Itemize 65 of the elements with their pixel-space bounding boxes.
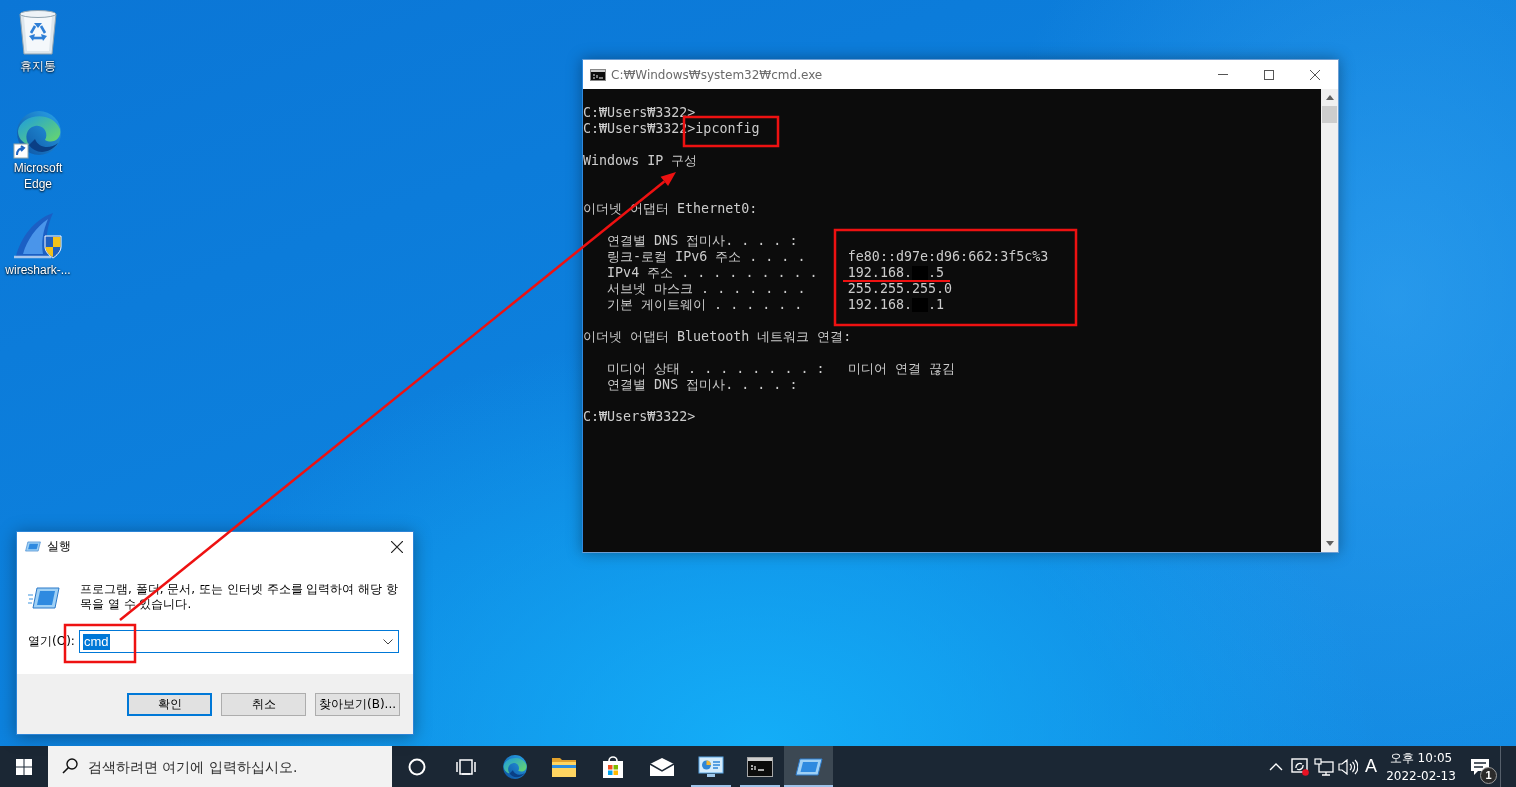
- entry-label: IPv4 주소 . . . . . . . . .: [607, 265, 818, 281]
- caret-down-icon: [1325, 541, 1334, 546]
- windows-icon: [16, 758, 32, 775]
- entry-value: 192.168.: [847, 298, 912, 312]
- caret-up-icon: [1325, 95, 1334, 100]
- volume-icon: [1338, 758, 1358, 775]
- dialog-button[interactable]: 확인: [127, 693, 212, 716]
- entry-label: 연결별 DNS 접미사. . . . :: [607, 377, 798, 393]
- notification-badge: 1: [1480, 767, 1497, 784]
- task-view-icon: [455, 757, 476, 776]
- console-line: C:₩Users₩3322>: [583, 105, 696, 121]
- slanted-window-icon: [25, 541, 41, 552]
- monitor-chart-icon: [697, 755, 724, 778]
- console-line: 이더넷 어댑터 Ethernet0:: [583, 201, 758, 217]
- entry-value: .5: [928, 266, 945, 280]
- minimize-icon: [1218, 74, 1228, 75]
- clock-date[interactable]: 2022-02-13: [1386, 766, 1456, 785]
- recycle-bin-icon[interactable]: [18, 9, 58, 55]
- close-icon: [1310, 69, 1320, 80]
- shark-fin-icon[interactable]: [13, 212, 63, 260]
- monitor-alert-icon: [1291, 757, 1309, 776]
- input-text: cmd: [83, 633, 110, 650]
- entry-label: 기본 게이트웨이 . . . . . .: [607, 297, 803, 313]
- open-combobox[interactable]: cmd: [79, 630, 399, 653]
- icon-label[interactable]: wireshark-...: [5, 262, 71, 278]
- browser-icon[interactable]: [13, 109, 63, 159]
- icon-label[interactable]: 휴지통: [20, 58, 56, 74]
- entry-value: 미디어 연결 끊김: [847, 362, 955, 376]
- entry-value: 255.255.255.0: [847, 282, 953, 296]
- search-icon: [62, 758, 78, 774]
- entry-label: 연결별 DNS 접미사. . . . :: [607, 233, 798, 249]
- shopping-bag-icon: [600, 754, 625, 779]
- envelope-icon: [648, 756, 675, 777]
- console-icon: [590, 68, 606, 81]
- browser-icon: [501, 753, 528, 780]
- slanted-window-icon: [28, 587, 60, 609]
- slanted-window-icon: [794, 757, 823, 776]
- dialog-title: 실행: [47, 538, 72, 555]
- console-line: 이더넷 어댑터 Bluetooth 네트워크 연결:: [583, 329, 852, 345]
- console-line: Windows IP 구성: [583, 153, 698, 169]
- entry-value: fe80::d97e:d96:662:3f5c%3: [847, 250, 1049, 264]
- folder-icon: [550, 755, 577, 778]
- entry-value: .1: [928, 298, 945, 312]
- ring-icon: [407, 757, 426, 776]
- chevron-up-icon: [1269, 762, 1283, 771]
- console-line: C:₩Users₩3322>: [583, 409, 696, 425]
- scrollbar[interactable]: [1321, 89, 1338, 552]
- close-icon: [391, 540, 403, 553]
- dialog-button[interactable]: 취소: [221, 693, 306, 716]
- network-icon: [1314, 757, 1334, 776]
- caret-down-icon: [383, 638, 393, 645]
- window-title: C:₩Windows₩system32₩cmd.exe: [611, 67, 824, 82]
- search-field[interactable]: 검색하려면 여기에 입력하십시오.: [48, 746, 392, 787]
- scrollbar-thumb[interactable]: [1322, 106, 1337, 123]
- entry-label: 링크-로컬 IPv6 주소 . . . .: [607, 249, 806, 265]
- input-mode-button[interactable]: A: [1360, 746, 1382, 787]
- notifications-button[interactable]: 1: [1460, 746, 1500, 787]
- entry-value: 192.168.: [847, 266, 912, 280]
- terminal-icon: [746, 756, 773, 777]
- icon-label[interactable]: Microsoft Edge: [3, 160, 73, 192]
- entry-label: 미디어 상태 . . . . . . . . :: [607, 361, 825, 377]
- dialog-button[interactable]: 찾아보기(B)...: [315, 693, 400, 716]
- entry-label: 서브넷 마스크 . . . . . . .: [607, 281, 806, 297]
- clock-time[interactable]: 오후 10:05: [1389, 748, 1453, 767]
- maximize-icon: [1264, 69, 1274, 80]
